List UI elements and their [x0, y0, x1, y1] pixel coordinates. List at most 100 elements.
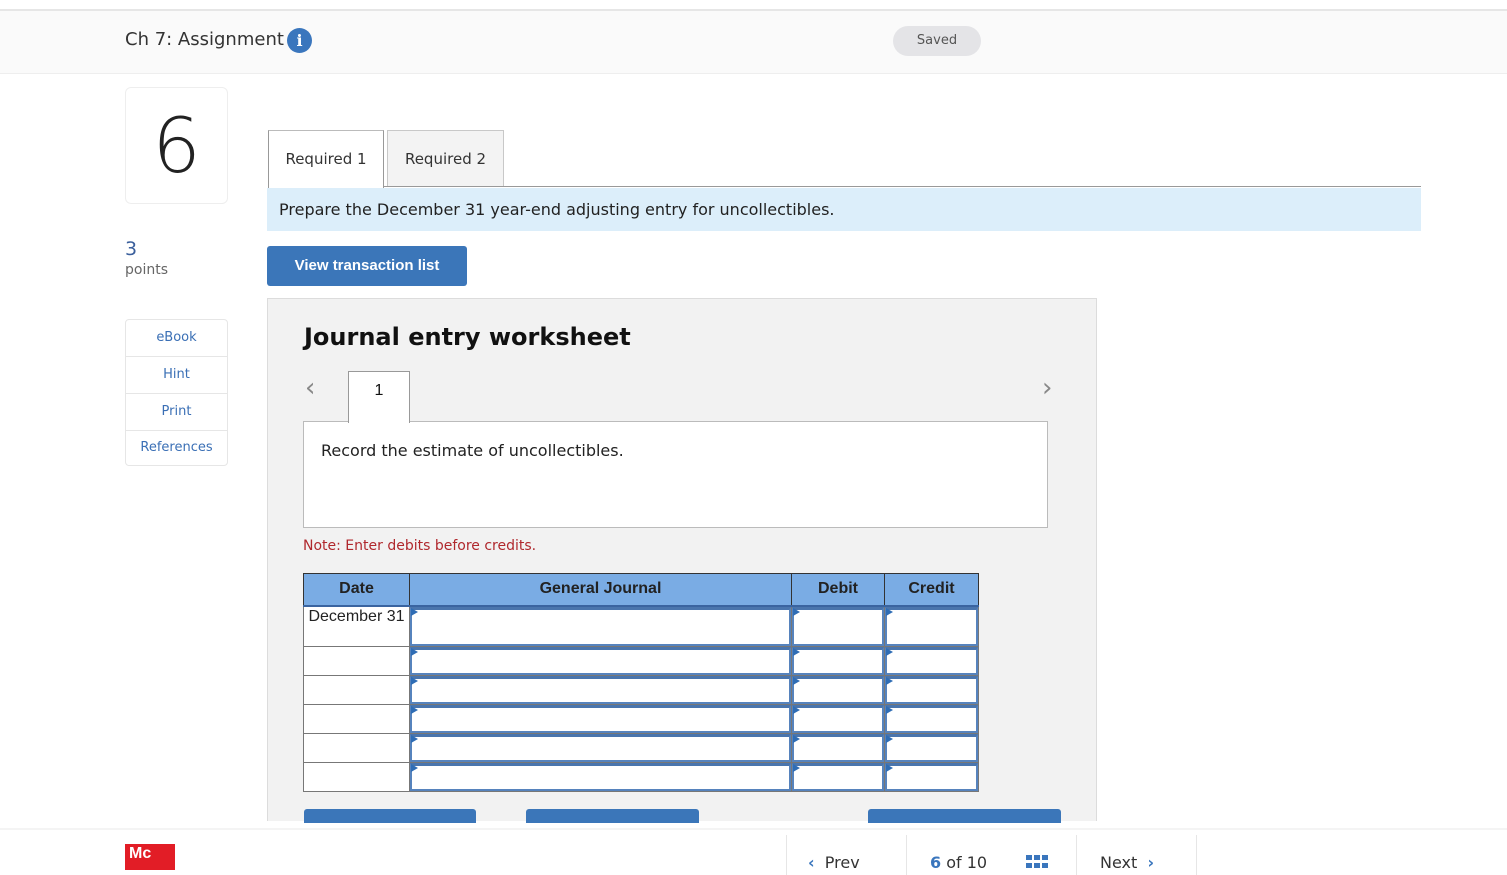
chevron-left-icon: ‹ — [808, 853, 815, 872]
tab-required-1[interactable]: Required 1 — [268, 130, 384, 188]
prev-label: Prev — [824, 853, 860, 872]
debit-cell — [791, 645, 885, 676]
debit-input[interactable] — [792, 762, 884, 791]
general-journal-cell — [409, 703, 792, 734]
chevron-right-icon[interactable]: › — [1042, 373, 1052, 403]
points-label: points — [125, 262, 168, 278]
view-general-journal-button[interactable] — [868, 809, 1061, 823]
assignment-title: Ch 7: Assignment — [125, 29, 284, 50]
tab-required-2[interactable]: Required 2 — [387, 130, 504, 187]
credit-input[interactable] — [885, 646, 978, 675]
clear-entry-button[interactable] — [526, 809, 699, 823]
table-row — [303, 703, 979, 734]
credit-input[interactable] — [885, 675, 978, 704]
entry-description-box: Record the estimate of uncollectibles. — [303, 421, 1048, 528]
date-value: December 31 — [308, 607, 405, 625]
table-row — [303, 761, 979, 792]
prev-button[interactable]: ‹ Prev — [808, 853, 860, 872]
table-row: December 31 — [303, 605, 979, 647]
debit-input[interactable] — [792, 675, 884, 704]
assignment-header: Ch 7: Assignment i Saved — [0, 11, 1507, 74]
debit-cell — [791, 761, 885, 792]
column-header-credit: Credit — [884, 573, 979, 607]
date-cell — [303, 732, 410, 763]
question-number: 6 — [152, 101, 201, 190]
chevron-right-icon: › — [1147, 853, 1155, 872]
credit-input[interactable] — [885, 733, 978, 762]
question-grid-icon[interactable] — [1026, 855, 1048, 869]
date-cell — [303, 645, 410, 676]
credit-input[interactable] — [885, 704, 978, 733]
nav-divider — [786, 835, 787, 875]
hint-link[interactable]: Hint — [126, 357, 227, 394]
debit-cell — [791, 703, 885, 734]
credit-input[interactable] — [885, 606, 978, 646]
column-header-date: Date — [303, 573, 410, 607]
next-button[interactable]: Next › — [1100, 853, 1154, 872]
date-cell — [303, 761, 410, 792]
credit-cell — [884, 732, 979, 763]
next-label: Next — [1100, 853, 1138, 872]
credit-cell — [884, 645, 979, 676]
general-journal-cell — [409, 605, 792, 647]
table-row — [303, 732, 979, 763]
debit-input[interactable] — [792, 704, 884, 733]
debit-input[interactable] — [792, 733, 884, 762]
journal-table: Date General Journal Debit Credit Decemb… — [303, 573, 979, 792]
credit-cell — [884, 703, 979, 734]
nav-divider — [906, 835, 907, 875]
general-journal-cell — [409, 645, 792, 676]
general-journal-cell — [409, 732, 792, 763]
credit-cell — [884, 605, 979, 647]
journal-entry-worksheet: Journal entry worksheet ‹ › 1 Record the… — [267, 298, 1097, 823]
print-link[interactable]: Print — [126, 394, 227, 431]
debit-cell — [791, 674, 885, 705]
footer-nav: Mc ‹ Prev 6 of 10 Next › — [0, 828, 1507, 875]
column-header-debit: Debit — [791, 573, 885, 607]
ebook-link[interactable]: eBook — [126, 320, 227, 357]
debit-credit-note: Note: Enter debits before credits. — [303, 538, 537, 554]
credit-input[interactable] — [885, 762, 978, 791]
debit-cell — [791, 732, 885, 763]
debit-cell — [791, 605, 885, 647]
record-entry-button[interactable] — [304, 809, 476, 823]
current-page: 6 — [930, 853, 942, 872]
entry-description: Record the estimate of uncollectibles. — [321, 441, 624, 460]
debit-input[interactable] — [792, 646, 884, 675]
date-cell — [303, 703, 410, 734]
view-transaction-list-button[interactable]: View transaction list — [267, 246, 467, 286]
general-journal-input[interactable] — [410, 675, 791, 704]
general-journal-input[interactable] — [410, 704, 791, 733]
info-icon[interactable]: i — [287, 28, 312, 53]
nav-divider — [1076, 835, 1077, 875]
debit-input[interactable] — [792, 606, 884, 646]
references-link[interactable]: References — [126, 431, 227, 465]
instruction-banner: Prepare the December 31 year-end adjusti… — [267, 188, 1421, 231]
saved-status-badge: Saved — [893, 26, 981, 56]
general-journal-cell — [409, 674, 792, 705]
worksheet-title: Journal entry worksheet — [304, 323, 631, 351]
credit-cell — [884, 761, 979, 792]
points-value: 3 — [125, 238, 138, 260]
general-journal-input[interactable] — [410, 762, 791, 791]
table-row — [303, 645, 979, 676]
table-row — [303, 674, 979, 705]
general-journal-cell — [409, 761, 792, 792]
chevron-left-icon[interactable]: ‹ — [305, 373, 315, 403]
journal-header-row: Date General Journal Debit Credit — [303, 573, 979, 607]
of-label: of — [946, 853, 962, 872]
general-journal-input[interactable] — [410, 606, 791, 646]
column-header-general-journal: General Journal — [409, 573, 792, 607]
mcgraw-hill-logo: Mc — [125, 844, 175, 870]
date-cell — [303, 674, 410, 705]
general-journal-input[interactable] — [410, 733, 791, 762]
credit-cell — [884, 674, 979, 705]
nav-divider — [1196, 835, 1197, 875]
page-indicator: 6 of 10 — [930, 853, 987, 872]
general-journal-input[interactable] — [410, 646, 791, 675]
date-cell: December 31 — [303, 605, 410, 647]
entry-tab-1[interactable]: 1 — [348, 371, 410, 423]
question-tools: eBook Hint Print References — [125, 319, 228, 466]
total-pages: 10 — [966, 853, 988, 872]
question-number-box: 6 — [125, 87, 228, 204]
